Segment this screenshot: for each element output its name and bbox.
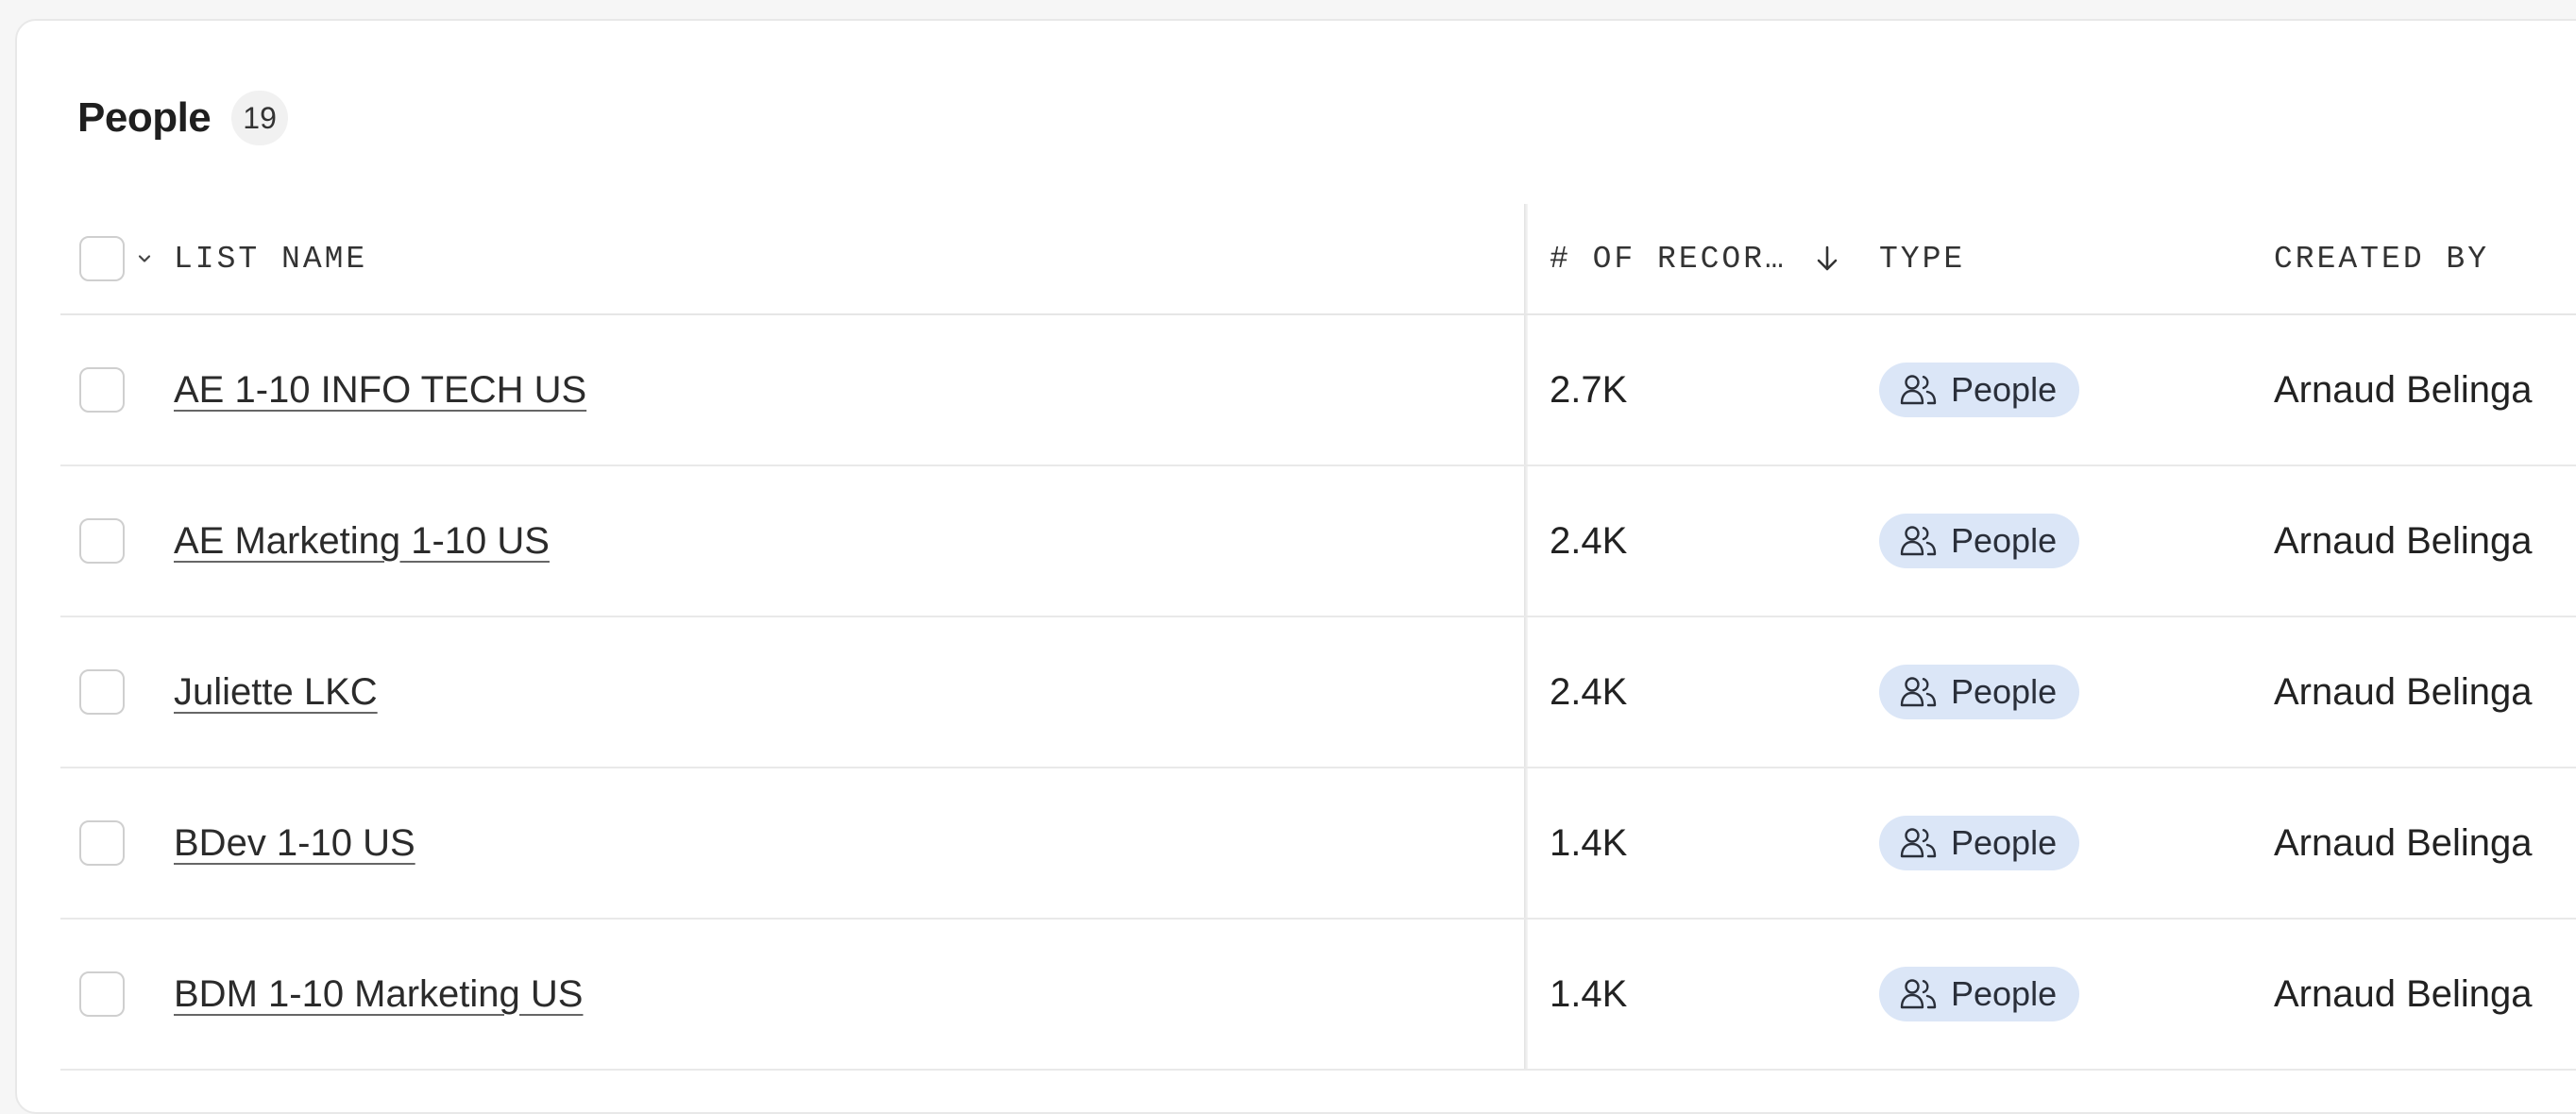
column-divider — [1524, 920, 1528, 1069]
select-all-cell — [79, 204, 151, 313]
column-label-created-by: CREATED BY — [2274, 241, 2490, 277]
page-header: People 19 — [77, 91, 288, 145]
chevron-down-icon[interactable] — [134, 248, 155, 269]
table-row[interactable]: BDM 1-10 Marketing US 1.4K People Arnaud Be… — [60, 920, 2576, 1071]
column-label-records: # OF RECOR… — [1550, 241, 1787, 277]
list-name-cell: BDM 1-10 Marketing US — [174, 920, 1524, 1069]
records-count: 2.4K — [1550, 670, 1628, 713]
creator-name: Arnaud Belinga — [2274, 519, 2533, 562]
people-icon — [1900, 826, 1938, 860]
column-divider — [1524, 204, 1528, 313]
table-row[interactable]: Juliette LKC 2.4K People Arnaud Belinga — [60, 617, 2576, 768]
column-divider — [1524, 617, 1528, 767]
column-header-records[interactable]: # OF RECOR… — [1550, 204, 1871, 313]
records-cell: 2.4K — [1550, 466, 1871, 616]
type-cell: People — [1879, 466, 2257, 616]
row-checkbox[interactable] — [79, 367, 125, 413]
column-divider — [1524, 466, 1528, 616]
list-name-cell: Juliette LKC — [174, 617, 1524, 767]
row-checkbox[interactable] — [79, 820, 125, 866]
creator-name: Arnaud Belinga — [2274, 670, 2533, 713]
list-name-cell: AE 1-10 INFO TECH US — [174, 315, 1524, 464]
row-select-cell — [79, 920, 128, 1069]
type-badge: People — [1879, 363, 2080, 417]
lists-table: LIST NAME # OF RECOR… TYPE CREATED BY AE… — [60, 204, 2576, 1071]
type-badge: People — [1879, 967, 2080, 1021]
people-icon — [1900, 524, 1938, 558]
select-all-checkbox[interactable] — [79, 236, 125, 281]
type-cell: People — [1879, 768, 2257, 918]
people-icon — [1900, 977, 1938, 1011]
people-icon — [1900, 373, 1938, 407]
row-checkbox[interactable] — [79, 669, 125, 715]
row-select-cell — [79, 315, 128, 464]
creator-name: Arnaud Belinga — [2274, 821, 2533, 864]
list-name-link[interactable]: Juliette LKC — [174, 671, 378, 714]
list-name-link[interactable]: BDM 1-10 Marketing US — [174, 973, 583, 1016]
count-badge: 19 — [231, 91, 288, 145]
type-cell: People — [1879, 315, 2257, 464]
column-divider — [1524, 768, 1528, 918]
select-all-control — [79, 236, 155, 281]
column-header-type[interactable]: TYPE — [1879, 204, 2257, 313]
records-cell: 2.4K — [1550, 617, 1871, 767]
column-header-created-by[interactable]: CREATED BY — [2274, 204, 2576, 313]
row-select-cell — [79, 768, 128, 918]
column-label-list-name: LIST NAME — [174, 241, 368, 277]
records-count: 1.4K — [1550, 821, 1628, 864]
column-header-list-name[interactable]: LIST NAME — [174, 204, 1524, 313]
records-cell: 1.4K — [1550, 768, 1871, 918]
type-cell: People — [1879, 920, 2257, 1069]
list-name-link[interactable]: AE Marketing 1-10 US — [174, 520, 550, 563]
created-by-cell: Arnaud Belinga — [2274, 315, 2576, 464]
list-name-link[interactable]: AE 1-10 INFO TECH US — [174, 369, 586, 412]
table-row[interactable]: BDev 1-10 US 1.4K People Arnaud Belinga — [60, 768, 2576, 920]
list-name-cell: BDev 1-10 US — [174, 768, 1524, 918]
page-title: People — [77, 94, 212, 141]
records-count: 2.4K — [1550, 519, 1628, 562]
type-badge: People — [1879, 816, 2080, 870]
table-body: AE 1-10 INFO TECH US 2.7K People Arnaud Bel… — [60, 315, 2576, 1071]
created-by-cell: Arnaud Belinga — [2274, 617, 2576, 767]
arrow-down-icon[interactable] — [1811, 243, 1843, 275]
type-badge: People — [1879, 514, 2080, 568]
type-badge: People — [1879, 665, 2080, 719]
type-label: People — [1951, 672, 2058, 711]
type-label: People — [1951, 370, 2058, 409]
records-cell: 1.4K — [1550, 920, 1871, 1069]
row-select-cell — [79, 466, 128, 616]
table-row[interactable]: AE 1-10 INFO TECH US 2.7K People Arnaud Bel… — [60, 315, 2576, 466]
created-by-cell: Arnaud Belinga — [2274, 768, 2576, 918]
table-header-row: LIST NAME # OF RECOR… TYPE CREATED BY — [60, 204, 2576, 315]
created-by-cell: Arnaud Belinga — [2274, 920, 2576, 1069]
type-label: People — [1951, 823, 2058, 862]
row-checkbox[interactable] — [79, 971, 125, 1017]
column-divider — [1524, 315, 1528, 464]
table-row[interactable]: AE Marketing 1-10 US 2.4K People Arnaud Bel… — [60, 466, 2576, 617]
records-cell: 2.7K — [1550, 315, 1871, 464]
type-label: People — [1951, 974, 2058, 1013]
people-icon — [1900, 675, 1938, 709]
type-label: People — [1951, 521, 2058, 560]
list-name-cell: AE Marketing 1-10 US — [174, 466, 1524, 616]
list-name-link[interactable]: BDev 1-10 US — [174, 822, 415, 865]
row-checkbox[interactable] — [79, 518, 125, 564]
records-count: 2.7K — [1550, 368, 1628, 411]
creator-name: Arnaud Belinga — [2274, 368, 2533, 411]
creator-name: Arnaud Belinga — [2274, 972, 2533, 1015]
created-by-cell: Arnaud Belinga — [2274, 466, 2576, 616]
column-label-type: TYPE — [1879, 241, 1966, 277]
records-count: 1.4K — [1550, 972, 1628, 1015]
type-cell: People — [1879, 617, 2257, 767]
row-select-cell — [79, 617, 128, 767]
